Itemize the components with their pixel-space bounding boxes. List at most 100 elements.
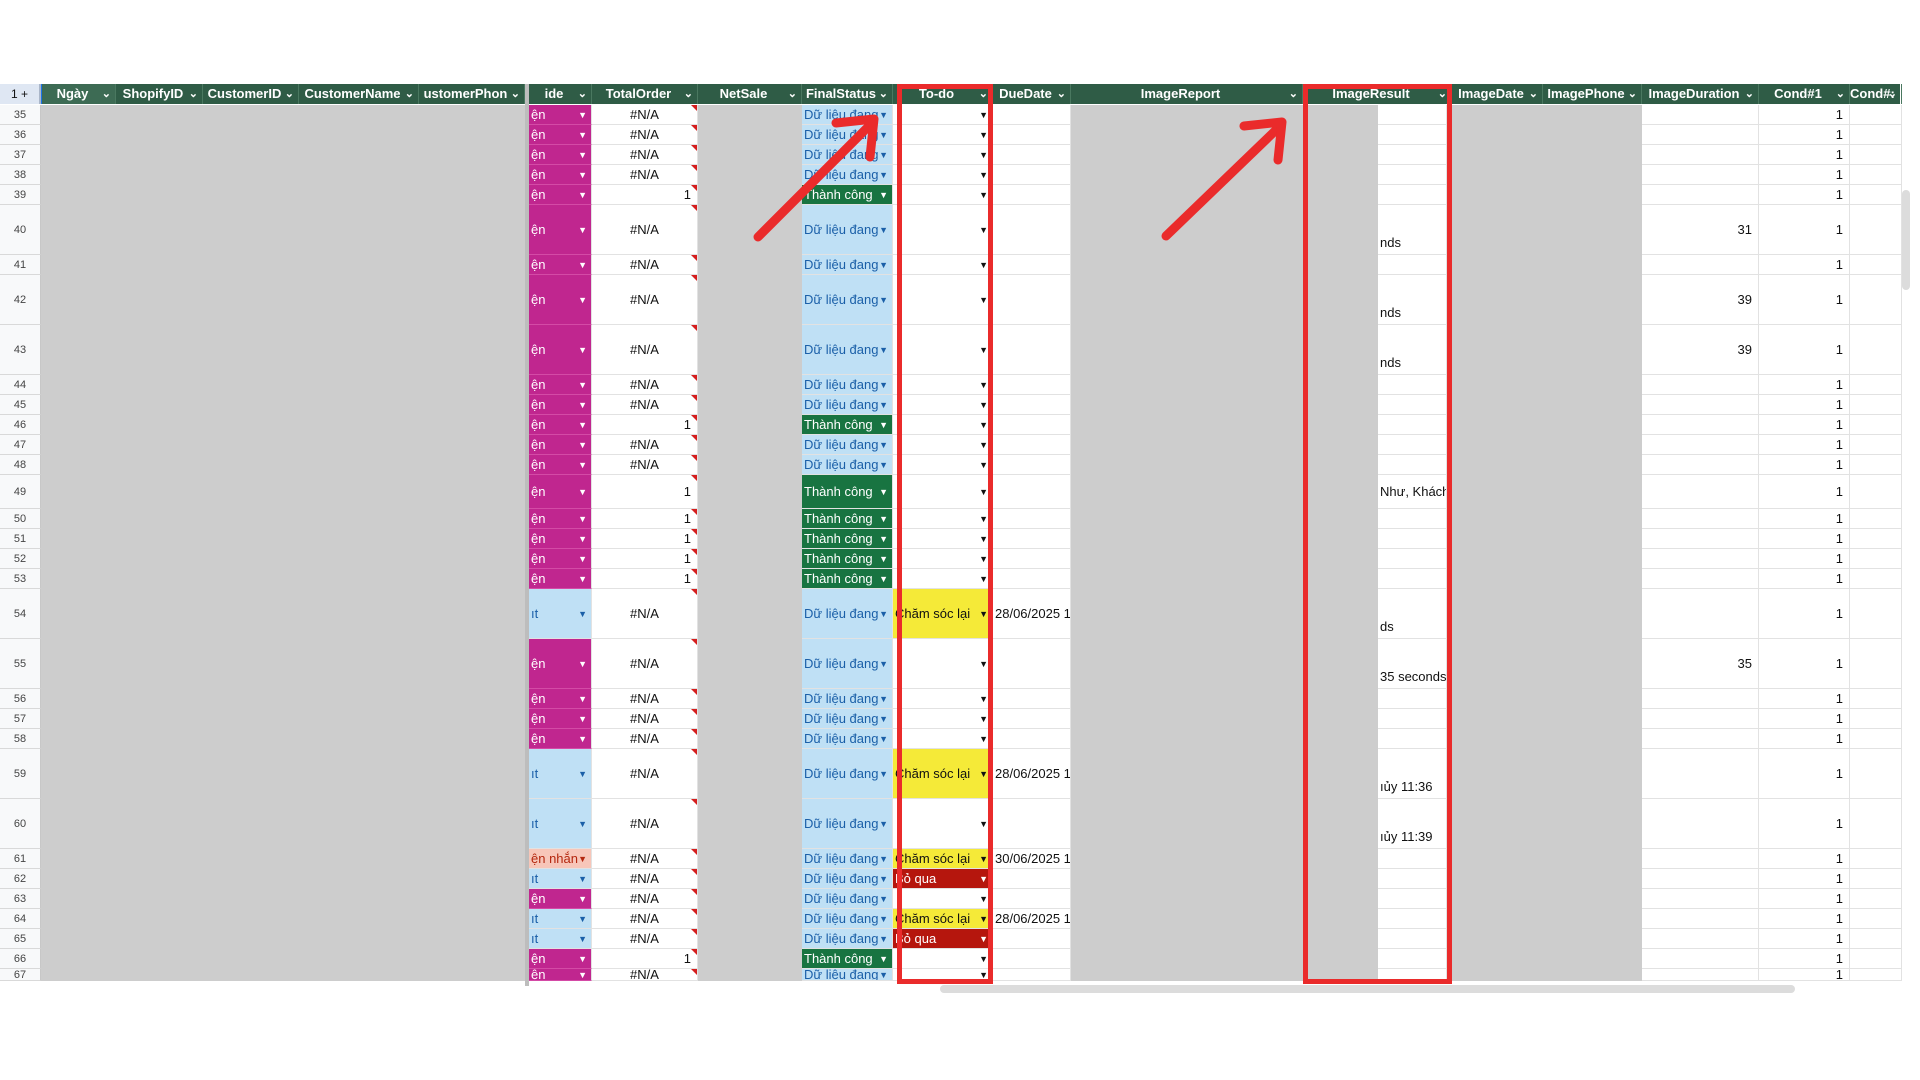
source-cell[interactable]: ện ▼ (529, 395, 592, 415)
dropdown-arrow-icon[interactable]: ▼ (578, 130, 587, 140)
row-number[interactable]: 43 (0, 325, 41, 375)
dropdown-arrow-icon[interactable]: ▼ (879, 894, 888, 904)
cond2-cell[interactable] (1850, 709, 1902, 729)
dropdown-arrow-icon[interactable]: ▼ (879, 400, 888, 410)
final-status-cell[interactable]: Dữ liệu đang▼ (802, 929, 893, 949)
source-cell[interactable]: ện ▼ (529, 969, 592, 981)
source-cell[interactable]: ện ▼ (529, 185, 592, 205)
image-duration-cell[interactable]: 31 (1642, 205, 1759, 255)
row-number[interactable]: 59 (0, 749, 41, 799)
cond1-cell[interactable]: 1 (1759, 125, 1850, 145)
image-duration-cell[interactable] (1642, 849, 1759, 869)
vertical-scrollbar[interactable] (1902, 190, 1910, 290)
dropdown-arrow-icon[interactable]: ▼ (578, 874, 587, 884)
due-date-cell[interactable] (993, 145, 1071, 165)
column-header-ide[interactable]: ide ⌄ (529, 84, 592, 104)
cond2-cell[interactable] (1850, 969, 1902, 981)
dropdown-arrow-icon[interactable]: ▼ (879, 769, 888, 779)
dropdown-arrow-icon[interactable]: ▼ (578, 734, 587, 744)
due-date-cell[interactable] (993, 125, 1071, 145)
total-order-cell[interactable]: #N/A (592, 375, 698, 395)
dropdown-arrow-icon[interactable]: ▼ (578, 894, 587, 904)
image-duration-cell[interactable] (1642, 395, 1759, 415)
dropdown-arrow-icon[interactable]: ▼ (578, 260, 587, 270)
cond1-cell[interactable]: 1 (1759, 689, 1850, 709)
row-number[interactable]: 35 (0, 105, 41, 125)
cond1-cell[interactable]: 1 (1759, 799, 1850, 849)
dropdown-arrow-icon[interactable]: ▼ (578, 609, 587, 619)
dropdown-arrow-icon[interactable]: ▼ (578, 970, 587, 980)
source-cell[interactable]: ện nhắn ▼ (529, 849, 592, 869)
source-cell[interactable]: ện ▼ (529, 105, 592, 125)
final-status-cell[interactable]: Dữ liệu đang▼ (802, 639, 893, 689)
due-date-cell[interactable]: 28/06/2025 1 (993, 589, 1071, 639)
image-duration-cell[interactable] (1642, 549, 1759, 569)
cond1-cell[interactable]: 1 (1759, 889, 1850, 909)
cond2-cell[interactable] (1850, 639, 1902, 689)
cond2-cell[interactable] (1850, 889, 1902, 909)
cond1-cell[interactable]: 1 (1759, 529, 1850, 549)
cond2-cell[interactable] (1850, 205, 1902, 255)
due-date-cell[interactable] (993, 969, 1071, 981)
cond1-cell[interactable]: 1 (1759, 869, 1850, 889)
due-date-cell[interactable] (993, 275, 1071, 325)
source-cell[interactable]: ện ▼ (529, 145, 592, 165)
image-duration-cell[interactable]: 39 (1642, 325, 1759, 375)
image-duration-cell[interactable] (1642, 185, 1759, 205)
final-status-cell[interactable]: Dữ liệu đang▼ (802, 395, 893, 415)
cond1-cell[interactable]: 1 (1759, 849, 1850, 869)
source-cell[interactable]: ıt ▼ (529, 589, 592, 639)
cond1-cell[interactable]: 1 (1759, 145, 1850, 165)
due-date-cell[interactable] (993, 205, 1071, 255)
image-duration-cell[interactable] (1642, 145, 1759, 165)
filter-chevron-icon[interactable]: ⌄ (405, 84, 414, 104)
filter-chevron-icon[interactable]: ⌄ (684, 84, 693, 104)
total-order-cell[interactable]: #N/A (592, 205, 698, 255)
due-date-cell[interactable] (993, 165, 1071, 185)
dropdown-arrow-icon[interactable]: ▼ (578, 487, 587, 497)
source-cell[interactable]: ện ▼ (529, 549, 592, 569)
dropdown-arrow-icon[interactable]: ▼ (879, 514, 888, 524)
cond1-cell[interactable]: 1 (1759, 105, 1850, 125)
dropdown-arrow-icon[interactable]: ▼ (578, 819, 587, 829)
final-status-cell[interactable]: Dữ liệu đang▼ (802, 709, 893, 729)
filter-chevron-icon[interactable]: ⌄ (879, 84, 888, 104)
due-date-cell[interactable]: 28/06/2025 1 (993, 909, 1071, 929)
dropdown-arrow-icon[interactable]: ▼ (879, 694, 888, 704)
final-status-cell[interactable]: Thành công ▼ (802, 415, 893, 435)
cond2-cell[interactable] (1850, 949, 1902, 969)
column-header-due[interactable]: DueDate ⌄ (993, 84, 1071, 104)
source-cell[interactable]: ện ▼ (529, 435, 592, 455)
image-duration-cell[interactable] (1642, 435, 1759, 455)
due-date-cell[interactable] (993, 185, 1071, 205)
due-date-cell[interactable] (993, 255, 1071, 275)
source-cell[interactable]: ện ▼ (529, 709, 592, 729)
source-cell[interactable]: ện ▼ (529, 255, 592, 275)
row-number[interactable]: 38 (0, 165, 41, 185)
source-cell[interactable]: ıt ▼ (529, 909, 592, 929)
dropdown-arrow-icon[interactable]: ▼ (879, 574, 888, 584)
row-number[interactable]: 56 (0, 689, 41, 709)
row-number[interactable]: 49 (0, 475, 41, 509)
image-duration-cell[interactable] (1642, 729, 1759, 749)
row-number[interactable]: 63 (0, 889, 41, 909)
due-date-cell[interactable]: 28/06/2025 1 (993, 749, 1071, 799)
filter-chevron-icon[interactable]: ⌄ (285, 84, 294, 104)
dropdown-arrow-icon[interactable]: ▼ (578, 295, 587, 305)
cond2-cell[interactable] (1850, 105, 1902, 125)
total-order-cell[interactable]: #N/A (592, 929, 698, 949)
source-cell[interactable]: ện ▼ (529, 509, 592, 529)
source-cell[interactable]: ện ▼ (529, 325, 592, 375)
cond2-cell[interactable] (1850, 929, 1902, 949)
total-order-cell[interactable]: #N/A (592, 165, 698, 185)
source-cell[interactable]: ện ▼ (529, 275, 592, 325)
source-cell[interactable]: ện ▼ (529, 689, 592, 709)
cond2-cell[interactable] (1850, 909, 1902, 929)
image-duration-cell[interactable] (1642, 969, 1759, 981)
row-number[interactable]: 60 (0, 799, 41, 849)
cond1-cell[interactable]: 1 (1759, 255, 1850, 275)
total-order-cell[interactable]: #N/A (592, 105, 698, 125)
due-date-cell[interactable] (993, 395, 1071, 415)
filter-chevron-icon[interactable]: ⌄ (511, 84, 520, 104)
row-number[interactable]: 46 (0, 415, 41, 435)
